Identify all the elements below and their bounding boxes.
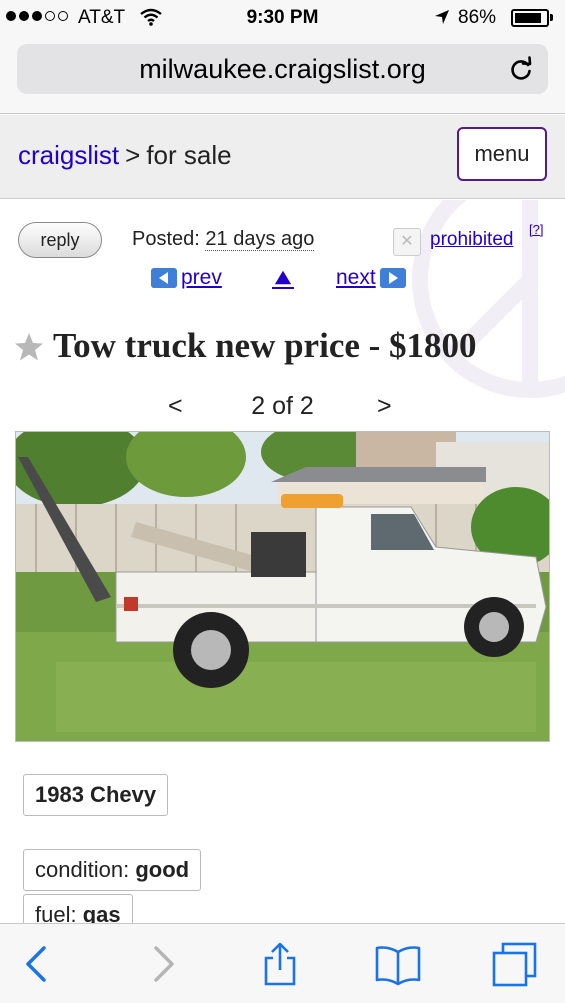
up-to-listings-icon[interactable] [272,269,294,289]
prev-arrow-icon [151,268,177,288]
forward-icon[interactable] [138,940,186,988]
craigslist-header: craigslist > for sale menu [0,115,565,199]
location-arrow-icon [435,10,449,24]
next-arrow-icon [379,268,406,288]
gallery-next-button[interactable]: > [377,392,392,421]
reply-button[interactable]: reply [18,222,102,258]
url-text[interactable]: milwaukee.craigslist.org [17,54,548,85]
prev-label[interactable]: prev [181,266,222,290]
posting-content: reply Posted: 21 days ago ✕ prohibited [… [0,200,565,923]
browser-toolbar [0,923,565,1003]
prohibited-flag-link[interactable]: prohibited [430,229,513,251]
address-bar[interactable]: milwaukee.craigslist.org [17,44,548,94]
prev-posting-link[interactable]: prev [151,266,222,290]
battery-percentage: 86% [458,7,497,28]
craigslist-home-link[interactable]: craigslist [18,140,119,170]
fuel-value: gas [82,902,121,923]
menu-button[interactable]: menu [457,127,547,181]
battery-fill [515,13,541,23]
browser-top-bar: AT&T 9:30 PM 86% milwaukee.craigslist.or… [0,0,565,114]
star-icon[interactable] [14,332,44,362]
fuel-attribute: fuel: gas [23,894,133,923]
condition-attribute-group: condition: good [23,849,202,891]
condition-attribute: condition: good [23,849,202,891]
gallery-navigation: 2 of 2 < > [0,392,565,422]
condition-label: condition: [35,857,130,882]
back-icon[interactable] [14,940,62,988]
next-label[interactable]: next [336,266,376,290]
posting-title-row: Tow truck new price - $1800 [14,326,554,370]
gallery-prev-button[interactable]: < [168,392,183,421]
fuel-attribute-group: fuel: gas [23,894,133,923]
bookmarks-icon[interactable] [374,940,422,988]
vehicle-year-make: 1983 Chevy [23,774,169,816]
tow-truck-photo [16,432,549,741]
posted-value: 21 days ago [205,228,315,251]
flag-checkbox[interactable]: ✕ [393,228,421,256]
battery-tip [550,14,553,21]
breadcrumb-separator: > [125,140,141,170]
breadcrumb: craigslist > for sale [18,140,232,171]
vehicle-year-make-value: 1983 Chevy [35,782,157,807]
reload-icon[interactable] [508,56,534,82]
status-bar: AT&T 9:30 PM 86% [0,0,565,38]
posting-navigation: prev next [0,266,565,296]
next-posting-link[interactable]: next [336,266,406,290]
vehicle-attribute-group: 1983 Chevy [23,774,169,816]
listing-photo[interactable] [15,431,550,742]
posting-title: Tow truck new price - $1800 [53,326,477,365]
condition-value: good [135,857,190,882]
gallery-count: 2 of 2 [251,392,314,420]
tabs-icon[interactable] [490,940,538,988]
fuel-label: fuel: [35,902,77,923]
battery-icon [511,9,549,27]
breadcrumb-category[interactable]: for sale [146,140,231,170]
posted-date: Posted: 21 days ago [132,228,315,251]
share-icon[interactable] [256,940,304,988]
flag-help-link[interactable]: [?] [529,222,543,237]
posted-label: Posted: [132,228,200,250]
